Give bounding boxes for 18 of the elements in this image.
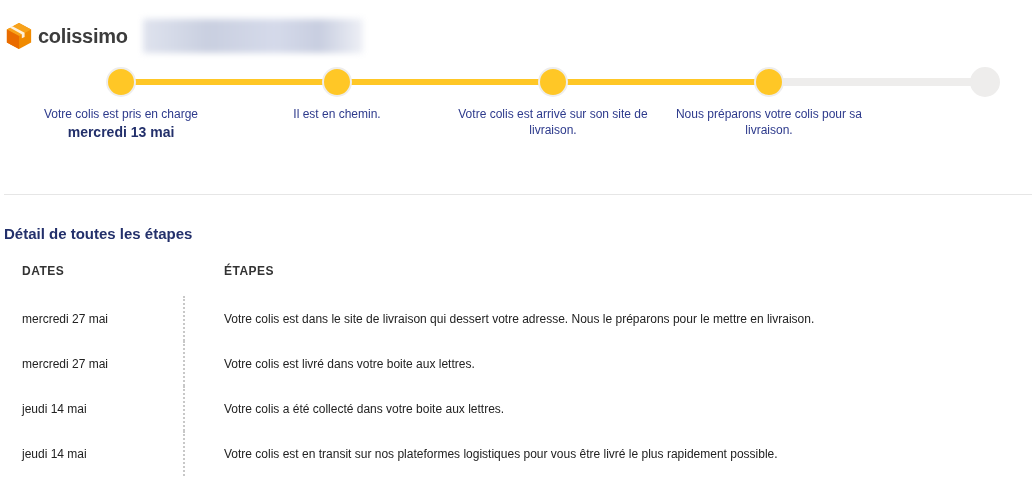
brand-name: colissimo (38, 24, 128, 48)
step-cell: Votre colis est dans le site de livraison qui dessert votre adresse. Nous le préparons pour le mettre en livraison. (224, 311, 815, 326)
step-label: Votre colis est pris en charge (42, 106, 200, 122)
date-cell-text: mercredi 27 mai (22, 356, 110, 371)
column-header: ÉTAPES (224, 264, 275, 278)
step-cell: Votre colis est livré dans votre boite aux lettres. (224, 356, 475, 371)
column-header: DATES (22, 264, 66, 278)
box-logo-icon (5, 22, 33, 50)
step-cell: Votre colis a été collecté dans votre boite aux lettres. (224, 401, 505, 416)
step-label: Votre colis est arrivé sur son site de livraison. (457, 106, 649, 138)
date-cell-text: jeudi 14 mai (22, 446, 88, 461)
section-title: Détail de toutes les étapes (4, 225, 194, 242)
step-label: Nous préparons votre colis pour sa livraison. (674, 106, 864, 138)
step-label: Il est en chemin. (292, 106, 382, 122)
date-cell-text: mercredi 27 mai (22, 311, 110, 326)
step-date: mercredi 13 mai (67, 124, 175, 140)
step-cell: Votre colis est en transit sur nos plateformes logistiques pour vous être livré le plus rapidement possible. (224, 446, 778, 461)
date-cell-text: jeudi 14 mai (22, 401, 88, 416)
